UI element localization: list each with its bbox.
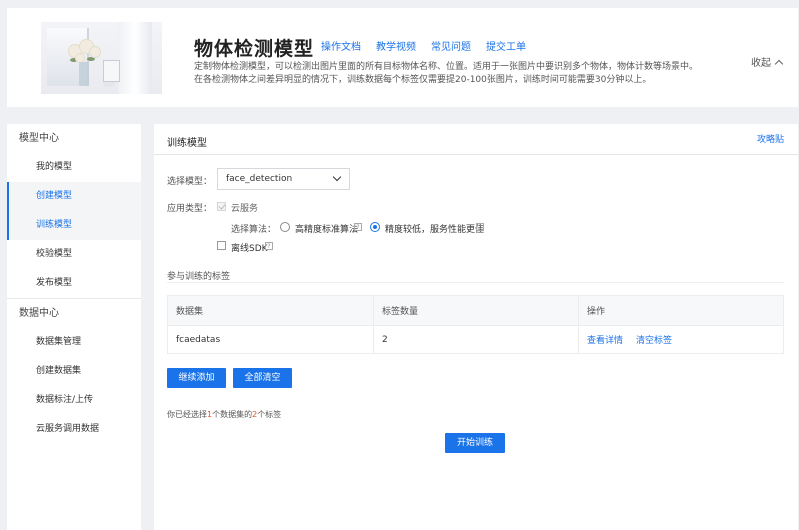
chevron-down-icon	[332, 172, 342, 182]
panel-header: 训练模型 攻略贴	[154, 124, 798, 155]
algo-high-precision-radio[interactable]	[280, 222, 290, 232]
algorithm-label: 选择算法：	[231, 225, 277, 235]
continue-add-button[interactable]: 继续添加	[167, 368, 226, 388]
algo-high-performance-radio[interactable]	[370, 222, 380, 232]
help-icon[interactable]: ?	[265, 242, 273, 250]
section-divider	[167, 282, 784, 283]
sidebar-item-my-models[interactable]: 我的模型	[7, 153, 141, 182]
submit-ticket-link[interactable]: 提交工单	[486, 38, 526, 53]
cloud-service-checkbox	[217, 202, 226, 211]
sidebar: 模型中心 我的模型 创建模型 训练模型 校验模型 发布模型 数据中心 数据集管理…	[7, 124, 141, 530]
sidebar-item-validate-model[interactable]: 校验模型	[7, 240, 141, 269]
selection-summary: 你已经选择1个数据集的2个标签	[167, 410, 282, 419]
clear-all-button[interactable]: 全部清空	[233, 368, 292, 388]
model-description: 定制物体检测模型，可以检测出图片里面的所有目标物体名称、位置。适用于一张图片中要…	[194, 62, 699, 85]
page-title: 物体检测模型	[194, 38, 315, 60]
view-details-link[interactable]: 查看详情	[587, 333, 623, 346]
collapse-button[interactable]: 收起	[751, 54, 784, 69]
header-card: 物体检测模型 操作文档 教学视频 常见问题 提交工单 定制物体检测模型，可以检测…	[7, 8, 798, 107]
sidebar-group-data-center: 数据中心	[19, 308, 59, 319]
main-panel: 训练模型 攻略贴 选择模型： face_detection 应用类型： 云服务 …	[154, 124, 798, 530]
training-tags-section-label: 参与训练的标签	[167, 272, 231, 282]
table-header-row: 数据集 标签数量 操作	[168, 296, 783, 325]
algo-high-performance-label: 精度较低，服务性能更佳	[385, 225, 485, 235]
doc-link[interactable]: 操作文档	[321, 38, 361, 53]
algo-high-precision-label: 高精度标准算法	[295, 225, 359, 235]
help-icon[interactable]: ?	[476, 223, 484, 231]
app-type-label: 应用类型：	[167, 204, 213, 214]
video-tutorial-link[interactable]: 教学视频	[376, 38, 416, 53]
tag-count-cell: 2	[373, 326, 578, 353]
table-row: fcaedatas 2 查看详情 清空标签	[168, 325, 783, 353]
sidebar-item-cloud-call-data[interactable]: 云服务调用数据	[7, 415, 141, 444]
chevron-up-icon	[774, 59, 784, 69]
training-tags-table: 数据集 标签数量 操作 fcaedatas 2 查看详情 清空标签	[167, 295, 784, 354]
column-header-tag-count: 标签数量	[373, 296, 578, 325]
column-header-actions: 操作	[578, 296, 783, 325]
faq-link[interactable]: 常见问题	[431, 38, 471, 53]
dataset-name-cell: fcaedatas	[176, 334, 221, 345]
model-thumbnail-image	[41, 22, 162, 94]
actions-cell: 查看详情 清空标签	[578, 326, 783, 353]
panel-title: 训练模型	[167, 138, 207, 149]
sidebar-item-publish-model[interactable]: 发布模型	[7, 269, 141, 298]
cloud-service-label: 云服务	[231, 204, 259, 214]
sidebar-item-train-model[interactable]: 训练模型	[7, 211, 141, 240]
guide-link[interactable]: 攻略贴	[757, 132, 784, 145]
sidebar-item-create-dataset[interactable]: 创建数据集	[7, 357, 141, 386]
offline-sdk-label: 离线SDK	[231, 244, 268, 254]
model-select[interactable]: face_detection	[217, 168, 350, 190]
sidebar-item-dataset-management[interactable]: 数据集管理	[7, 328, 141, 357]
header-links: 操作文档 教学视频 常见问题 提交工单	[321, 38, 541, 53]
start-training-button[interactable]: 开始训练	[445, 433, 505, 453]
clear-tags-link[interactable]: 清空标签	[636, 333, 672, 346]
sidebar-group-model-center: 模型中心	[19, 133, 59, 144]
help-icon[interactable]: ?	[354, 223, 362, 231]
sidebar-item-data-labeling[interactable]: 数据标注/上传	[7, 386, 141, 415]
sidebar-item-create-model[interactable]: 创建模型	[7, 182, 141, 211]
offline-sdk-checkbox[interactable]	[217, 241, 226, 250]
column-header-dataset: 数据集	[176, 307, 204, 317]
select-model-label: 选择模型：	[167, 177, 213, 187]
